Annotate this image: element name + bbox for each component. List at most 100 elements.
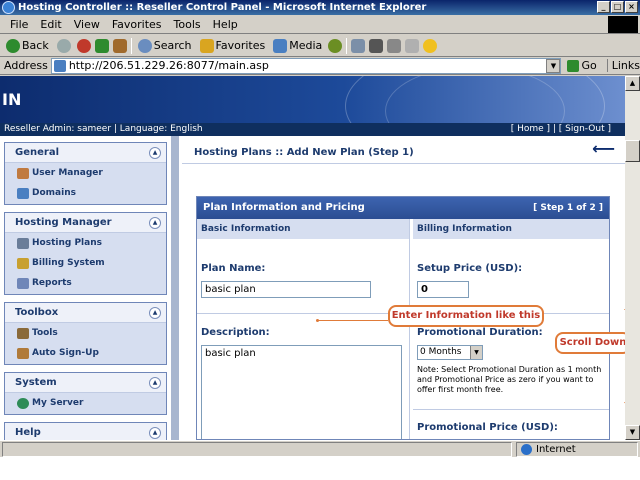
scroll-up-button[interactable]: ▲ (625, 76, 640, 91)
menu-file[interactable]: File (4, 18, 34, 31)
sidebar-item-my-server[interactable]: My Server (5, 393, 166, 413)
step-indicator: [ Step 1 of 2 ] (533, 203, 603, 213)
signout-link[interactable]: [ Sign-Out ] (559, 124, 611, 134)
promo-duration-select[interactable]: 0 Months ▼ (417, 345, 483, 360)
back-button[interactable]: Back (4, 38, 51, 53)
media-icon (273, 38, 288, 53)
collapse-icon[interactable]: ▲ (149, 217, 161, 229)
menu-tools[interactable]: Tools (168, 18, 207, 31)
menu-favorites[interactable]: Favorites (106, 18, 168, 31)
sidebar-item-reports[interactable]: Reports (5, 273, 166, 293)
billing-info-column: Billing Information Setup Price (USD): 0… (413, 219, 609, 439)
search-icon (137, 38, 152, 53)
forward-arrow-icon (56, 38, 71, 53)
toolbar-separator (130, 37, 132, 54)
sidebar-item-billing-system[interactable]: Billing System (5, 253, 166, 273)
panel-title: Toolbox (15, 307, 59, 318)
page-icon (53, 59, 66, 72)
promo-duration-value: 0 Months (420, 347, 462, 357)
panel-title: System (15, 377, 57, 388)
banner-logo: IN (2, 90, 22, 109)
home-icon[interactable] (112, 38, 127, 53)
media-label: Media (289, 39, 323, 52)
scroll-down-button[interactable]: ▼ (625, 425, 640, 440)
panel-header[interactable]: Help ▲ (5, 423, 166, 440)
home-link[interactable]: [ Home ] (511, 124, 550, 134)
reports-icon (17, 277, 29, 289)
plan-name-input[interactable]: basic plan (201, 281, 371, 298)
ie-icon (2, 1, 15, 14)
go-button[interactable]: Go (567, 59, 597, 72)
chevron-down-icon[interactable]: ▼ (546, 58, 561, 73)
page-scrollbar[interactable]: ▲ ▼ (625, 76, 640, 440)
basic-info-column: Basic Information Plan Name: basic plan … (197, 219, 410, 439)
refresh-icon[interactable] (94, 38, 109, 53)
menu-bar: File Edit View Favorites Tools Help (0, 15, 640, 34)
close-button[interactable]: × (625, 1, 638, 13)
user-info: Reseller Admin: sameer | Language: Engli… (4, 124, 203, 134)
address-bar: Address http://206.51.229.26:8077/main.a… (0, 57, 640, 75)
print-icon[interactable] (369, 38, 384, 53)
description-textarea[interactable]: basic plan (201, 345, 402, 439)
window-title: Hosting Controller :: Reseller Control P… (18, 2, 427, 13)
sidebar-scrollbar[interactable] (171, 136, 179, 440)
link-separator: | (550, 124, 559, 134)
edit-icon[interactable] (387, 38, 402, 53)
go-arrow-icon (567, 59, 580, 72)
address-url: http://206.51.229.26:8077/main.asp (68, 59, 269, 72)
collapse-icon[interactable]: ▲ (149, 427, 161, 439)
setup-price-input[interactable]: 0 (417, 281, 469, 298)
promo-duration-label: Promotional Duration: (417, 327, 543, 338)
panel-header[interactable]: Hosting Manager ▲ (5, 213, 166, 233)
media-button[interactable]: Media (271, 38, 324, 53)
panel-header[interactable]: System ▲ (5, 373, 166, 393)
search-button[interactable]: Search (136, 38, 194, 53)
sidebar-item-label: Billing System (32, 258, 105, 268)
sidebar-item-label: User Manager (32, 168, 103, 178)
history-icon[interactable] (328, 38, 343, 53)
sidebar-panel-general: General ▲ User Manager Domains (4, 142, 167, 205)
panel-header[interactable]: General ▲ (5, 143, 166, 163)
menu-help[interactable]: Help (207, 18, 244, 31)
sidebar-item-tools[interactable]: Tools (5, 323, 166, 343)
favorites-label: Favorites (215, 39, 266, 52)
sidebar-item-domains[interactable]: Domains (5, 183, 166, 203)
header-banner: IN (0, 76, 625, 166)
sidebar-item-user-manager[interactable]: User Manager (5, 163, 166, 183)
panel-header[interactable]: Toolbox ▲ (5, 303, 166, 323)
collapse-icon[interactable]: ▲ (149, 147, 161, 159)
chevron-down-icon[interactable]: ▼ (470, 346, 482, 359)
domains-icon (17, 187, 29, 199)
menu-view[interactable]: View (68, 18, 106, 31)
enter-info-callout: Enter Information like this (388, 305, 544, 327)
links-button[interactable]: Links (606, 59, 640, 72)
sidebar-item-hosting-plans[interactable]: Hosting Plans (5, 233, 166, 253)
sidebar-item-label: My Server (32, 398, 84, 408)
sidebar-item-auto-sign-up[interactable]: Auto Sign-Up (5, 343, 166, 363)
menu-edit[interactable]: Edit (34, 18, 67, 31)
description-label: Description: (201, 327, 270, 338)
window-titlebar: Hosting Controller :: Reseller Control P… (0, 0, 640, 15)
browser-toolbar: Back Search Favorites Media (0, 35, 640, 57)
stop-icon[interactable] (76, 38, 91, 53)
panel-title: Hosting Manager (15, 217, 112, 228)
messenger-icon[interactable] (423, 38, 438, 53)
minimize-button[interactable]: _ (597, 1, 610, 13)
hosting-plans-icon (17, 237, 29, 249)
back-arrow-icon[interactable]: ⟵ (592, 139, 615, 158)
security-zone: Internet (516, 442, 638, 457)
maximize-button[interactable]: □ (611, 1, 624, 13)
sidebar-panel-help: Help ▲ (4, 422, 167, 440)
address-input[interactable]: http://206.51.229.26:8077/main.asp ▼ (50, 57, 562, 74)
panel-title: Help (15, 427, 41, 438)
globe-icon (17, 397, 29, 409)
forward-button[interactable] (55, 38, 73, 53)
windows-logo-icon (608, 16, 638, 33)
discuss-icon[interactable] (405, 38, 420, 53)
scroll-thumb[interactable] (625, 140, 640, 162)
favorites-button[interactable]: Favorites (198, 38, 268, 53)
back-arrow-icon (6, 38, 20, 53)
collapse-icon[interactable]: ▲ (149, 307, 161, 319)
collapse-icon[interactable]: ▲ (149, 377, 161, 389)
mail-icon[interactable] (351, 38, 366, 53)
